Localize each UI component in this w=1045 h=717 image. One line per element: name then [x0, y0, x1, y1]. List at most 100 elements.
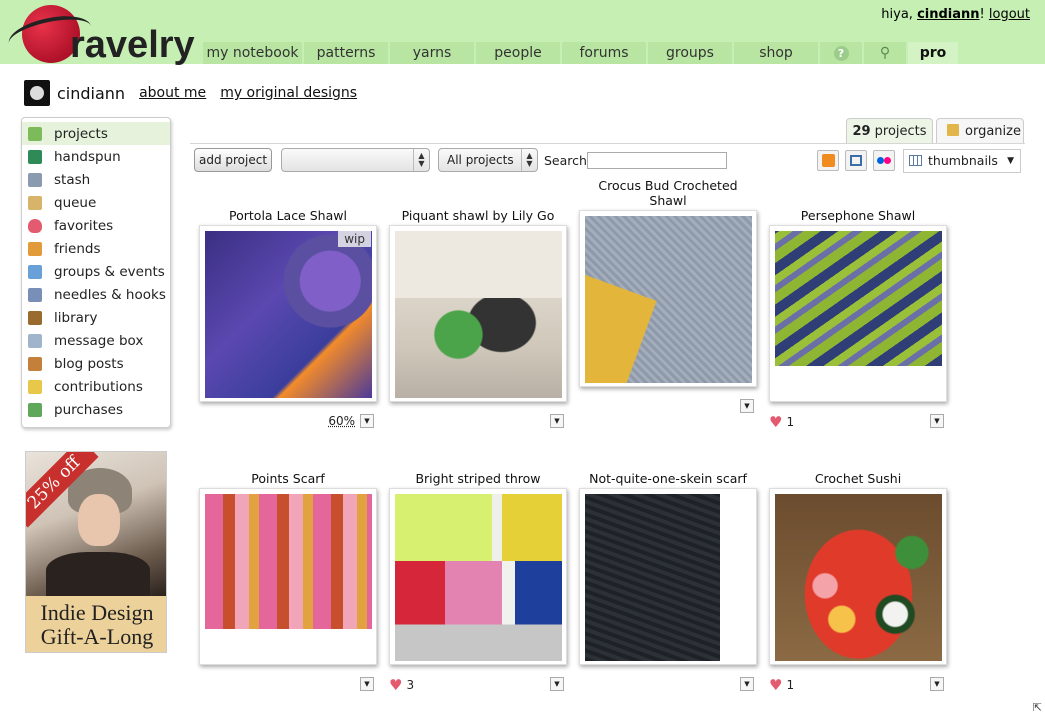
filter-select-value: All projects	[447, 153, 514, 167]
project-menu-button[interactable]: ▼	[360, 677, 374, 691]
project-title-link[interactable]: Crocus Bud Crocheted Shawl	[579, 165, 757, 210]
needles-icon	[28, 287, 42, 302]
sidebar-item-label: blog posts	[54, 355, 124, 372]
chevron-down-icon: ▼	[1007, 156, 1014, 166]
project-card: Points Scarf ▼	[199, 458, 377, 693]
sidebar-item-label: library	[54, 309, 98, 326]
sidebar-item-label: groups & events	[54, 263, 165, 280]
projects-count-tab[interactable]: 29 projects	[846, 118, 933, 143]
original-designs-link[interactable]: my original designs	[220, 85, 357, 101]
project-thumbnail-frame[interactable]	[199, 488, 377, 665]
project-thumbnail-frame[interactable]	[769, 488, 947, 665]
collection-select[interactable]: ▲ ▼	[281, 148, 430, 172]
add-project-button[interactable]: add project	[194, 148, 272, 172]
ad-caption: Indie Design Gift-A-Long	[26, 596, 166, 652]
ravelry-logo[interactable]: ravelry	[5, 2, 198, 68]
project-thumbnail-frame[interactable]	[579, 210, 757, 387]
logout-link[interactable]: logout	[989, 7, 1030, 22]
groups-icon	[28, 264, 42, 279]
project-thumbnail-frame[interactable]	[389, 225, 567, 402]
search-button[interactable]: ⚲	[864, 42, 906, 64]
help-button[interactable]: ?	[820, 42, 862, 64]
project-menu-button[interactable]: ▼	[550, 677, 564, 691]
sidebar-item-stash[interactable]: stash	[22, 168, 170, 191]
project-title-link[interactable]: Crochet Sushi	[769, 458, 947, 488]
sidebar-item-favorites[interactable]: favorites	[22, 214, 170, 237]
list-icon	[28, 195, 42, 210]
project-count: 29	[852, 124, 871, 139]
project-title-link[interactable]: Not-quite-one-skein scarf	[579, 443, 757, 488]
project-title-link[interactable]: Persephone Shawl	[769, 195, 947, 225]
basket-icon	[28, 172, 42, 187]
project-menu-button[interactable]: ▼	[930, 677, 944, 691]
project-title-link[interactable]: Piquant shawl by Lily Go	[389, 195, 567, 225]
view-mode-value: thumbnails	[928, 153, 998, 168]
avatar[interactable]	[24, 80, 50, 106]
project-thumbnail-frame[interactable]	[389, 488, 567, 665]
organize-tab[interactable]: organize	[936, 118, 1024, 143]
heart-icon	[28, 218, 42, 233]
project-menu-button[interactable]: ▼	[740, 677, 754, 691]
project-card: Crochet Sushi ♥ 1 ▼	[769, 458, 947, 694]
sidebar-item-library[interactable]: library	[22, 306, 170, 329]
filter-select[interactable]: All projects ▲ ▼	[438, 148, 538, 172]
hearts-number: 1	[786, 415, 795, 429]
nav-tab-pro[interactable]: pro	[908, 42, 958, 64]
sidebar-item-friends[interactable]: friends	[22, 237, 170, 260]
flickr-icon[interactable]	[873, 150, 895, 171]
sidebar-item-groups-events[interactable]: groups & events	[22, 260, 170, 283]
nav-tab-yarns[interactable]: yarns	[390, 42, 474, 64]
project-photo	[775, 494, 942, 661]
sidebar-item-queue[interactable]: queue	[22, 191, 170, 214]
project-title-link[interactable]: Points Scarf	[199, 458, 377, 488]
photo-detail	[775, 494, 942, 661]
sidebar-item-projects[interactable]: projects	[22, 122, 170, 145]
project-menu-button[interactable]: ▼	[930, 414, 944, 428]
project-menu-button[interactable]: ▼	[740, 399, 754, 413]
nav-tab-patterns[interactable]: patterns	[304, 42, 388, 64]
advertisement-banner[interactable]: 25% off Indie Design Gift-A-Long	[25, 451, 167, 653]
project-title-link[interactable]: Bright striped throw	[389, 458, 567, 488]
project-thumbnail-frame[interactable]	[579, 488, 757, 665]
project-card: Persephone Shawl ♥ 1 ▼	[769, 195, 947, 431]
sidebar-item-purchases[interactable]: purchases	[22, 398, 170, 421]
hearts-count[interactable]: ♥ 3	[389, 676, 414, 694]
sidebar-item-label: favorites	[54, 217, 114, 234]
project-card: Not-quite-one-skein scarf ▼	[579, 443, 757, 693]
sidebar-item-needles-hooks[interactable]: needles & hooks	[22, 283, 170, 306]
project-menu-button[interactable]: ▼	[550, 414, 564, 428]
hearts-count[interactable]: ♥ 1	[769, 413, 794, 431]
nav-tab-people[interactable]: people	[476, 42, 560, 64]
logo-wordmark: ravelry	[70, 24, 195, 66]
hearts-number: 3	[406, 678, 415, 692]
folder-icon	[947, 124, 959, 136]
project-title-link[interactable]: Portola Lace Shawl	[199, 195, 377, 225]
project-thumbnail-frame[interactable]	[769, 225, 947, 402]
sidebar-item-handspun[interactable]: handspun	[22, 145, 170, 168]
sidebar-item-contributions[interactable]: contributions	[22, 375, 170, 398]
sidebar-item-message-box[interactable]: message box	[22, 329, 170, 352]
about-me-link[interactable]: about me	[139, 85, 206, 101]
envelope-icon	[28, 333, 42, 348]
nav-tab-my-notebook[interactable]: my notebook	[203, 42, 302, 64]
progress-percent[interactable]: 60%	[328, 414, 355, 428]
ad-coat	[46, 552, 150, 598]
project-count-label: projects	[870, 124, 927, 139]
username-link[interactable]: cindiann	[917, 7, 979, 22]
heart-icon: ♥	[769, 676, 783, 694]
nav-tab-shop[interactable]: shop	[734, 42, 818, 64]
rss-icon[interactable]	[817, 150, 839, 171]
sidebar-item-blog-posts[interactable]: blog posts	[22, 352, 170, 375]
nav-tab-groups[interactable]: groups	[648, 42, 732, 64]
project-thumbnail-frame[interactable]: wip	[199, 225, 377, 402]
hearts-count[interactable]: ♥ 1	[769, 676, 794, 694]
slideshow-icon[interactable]	[845, 150, 867, 171]
nav-tab-forums[interactable]: forums	[562, 42, 646, 64]
spool-icon	[28, 149, 42, 164]
project-menu-button[interactable]: ▼	[360, 414, 374, 428]
project-card: Crocus Bud Crocheted Shawl ▼	[579, 165, 757, 415]
project-photo	[395, 494, 562, 661]
hearts-number: 1	[786, 678, 795, 692]
view-mode-select[interactable]: thumbnails ▼	[903, 149, 1021, 173]
project-meta: ♥ 1 ▼	[769, 673, 947, 694]
